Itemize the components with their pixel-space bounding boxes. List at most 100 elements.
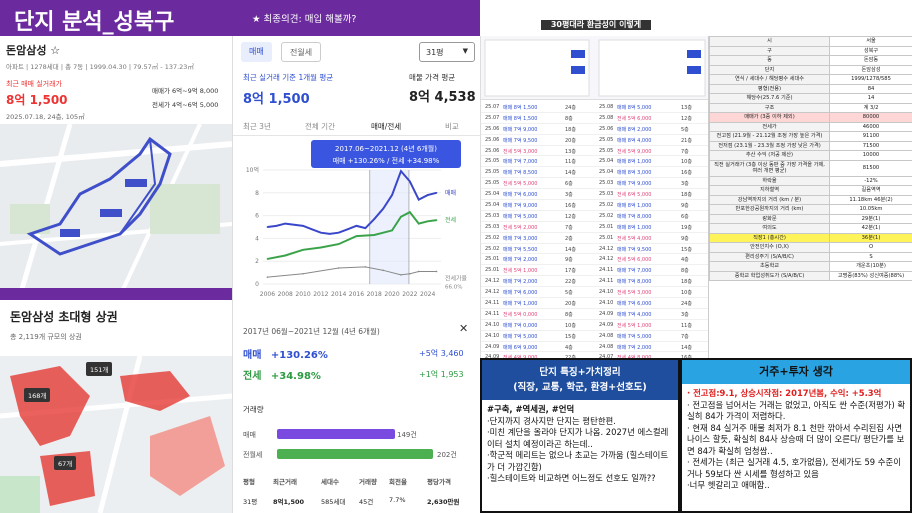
list-item-cell: 5층 — [681, 126, 689, 133]
list-item-cell: 매매 7억 8,000 — [617, 213, 652, 220]
list-item[interactable]: 25.05 전세 5억 5,000 6층 25.03 매매 7억 9,000 3층 — [481, 178, 708, 190]
list-item-cell: 매매 7억 6,000 — [503, 290, 538, 297]
list-item-cell: 25.05 — [485, 158, 500, 165]
list-item-cell: 24.08 — [599, 332, 614, 339]
features-box-title: 단지 특징+가치정리 (직장, 교통, 학군, 환경+선호도) — [482, 360, 678, 400]
list-item[interactable]: 24.11 매매 7억 1,000 20층 24.10 매매 7억 6,000 24층 — [481, 298, 708, 309]
list-item-cell: 14층 — [681, 344, 692, 351]
pyeong-select[interactable]: 31평 ▼ — [419, 42, 475, 62]
list-item[interactable]: 25.01 매매 7억 2,000 9층 24.12 전세 5억 6,000 4층 — [481, 254, 708, 266]
list-item-cell: 9층 — [565, 257, 573, 264]
series-line — [267, 266, 437, 278]
tab-period-active[interactable]: 매매/전세 — [371, 121, 401, 132]
commercial-tag[interactable]: 67개 — [54, 456, 77, 470]
list-item-cell: 25.02 — [599, 202, 614, 209]
list-item[interactable]: 25.07 매매 8억 1,500 24층 25.08 매매 8억 5,000 13층 — [481, 102, 708, 113]
list-item[interactable]: 24.10 매매 7억 5,000 15층 24.08 매매 7억 5,000 7층 — [481, 331, 708, 342]
list-item[interactable]: 24.09 매매 6억 9,000 4층 24.08 매매 7억 2,000 14층 — [481, 342, 708, 353]
complex-name[interactable]: 돈암삼성 ☆ — [6, 42, 226, 58]
table-row: 중학교 학업성취도가 (S/A/B/C) 고명중(83%) 성신여중(88%) — [709, 270, 912, 281]
list-item-cell: 9층 — [681, 235, 689, 242]
list-item[interactable]: 25.02 매매 7억 3,000 2층 25.01 전세 5억 4,000 9층 — [481, 233, 708, 244]
list-item-cell: 매매 7억 4,000 — [617, 311, 652, 318]
list-item-cell: 25.02 — [485, 245, 500, 252]
list-item[interactable]: 25.06 전세 5억 3,000 13층 25.05 전세 5억 9,000 7층 — [481, 146, 708, 157]
list-item[interactable]: 24.11 전세 5억 0,000 8층 24.09 매매 7억 4,000 3층 — [481, 309, 708, 320]
commercial-tag[interactable]: 151개 — [86, 362, 113, 376]
list-item-cell: 24.11 — [599, 278, 614, 285]
list-item[interactable]: 25.03 매매 7억 5,000 12층 25.02 매매 7억 8,000 6층 — [481, 211, 708, 222]
opinion-box: 거주+투자 생각 · 전고점:9.1, 상승시작점: 2017년봄, 수익: +… — [680, 358, 912, 513]
x-tick-label: 2016 — [349, 291, 364, 298]
summary-table-panel: 시 서울 구 성북구 동 돈암동 단지 돈암삼성 연식 / 세대수 / 해당평수 세대수 1999… — [708, 36, 912, 358]
list-item-cell: 12층 — [681, 115, 692, 122]
commercial-map[interactable]: 168개 151개 67개 — [0, 356, 232, 513]
list-item-cell: 매매 8억 4,000 — [617, 137, 652, 144]
y-tick-label: 8 — [255, 190, 259, 197]
list-item[interactable]: 24.12 매매 7억 2,000 22층 24.11 매매 7억 8,000 18층 — [481, 276, 708, 288]
table-key: 직전 실거래가 (3층 이상 동판 중 가장 가격을 가제, 여러 개면 평균) — [709, 159, 830, 177]
tab-sale[interactable]: 매매 — [241, 42, 272, 62]
list-item[interactable]: 25.05 매매 7억 7,000 11층 25.04 매매 8억 1,000 10층 — [481, 156, 708, 168]
list-item-cell: 전세 5억 0,000 — [503, 311, 538, 318]
list-item-cell: 3층 — [565, 192, 573, 199]
tx-volume-label: 거래량 — [243, 405, 264, 414]
list-item[interactable]: 25.06 매매 7억 9,000 18층 25.06 매매 8억 2,000 5층 — [481, 124, 708, 135]
list-item-cell: 24.12 — [599, 245, 614, 252]
list-item-cell: 매매 7억 5,500 — [503, 246, 538, 253]
data-point — [346, 228, 349, 231]
tab-period[interactable]: 최근 3년 — [243, 121, 271, 132]
list-item-cell: 7층 — [565, 224, 573, 231]
table-row: 구 성북구 — [709, 45, 912, 56]
list-item-cell: 24.11 — [485, 310, 500, 317]
list-item-cell: 전세 5억 6,000 — [617, 115, 652, 122]
close-icon[interactable]: ✕ — [459, 322, 468, 335]
list-item[interactable]: 25.05 매매 7억 8,500 14층 25.04 매매 8억 3,000 16층 — [481, 167, 708, 179]
list-item-cell: 24.10 — [485, 321, 500, 328]
list-item[interactable]: 25.01 전세 5억 1,000 17층 24.11 매매 7억 7,000 8층 — [481, 265, 708, 277]
list-item[interactable]: 25.02 매매 7억 5,500 14층 24.12 매매 7억 9,500 15층 — [481, 244, 708, 255]
list-item[interactable]: 24.10 매매 7억 0,000 10층 24.09 전세 5억 1,000 11층 — [481, 320, 708, 331]
y-tick-label: 0 — [255, 281, 259, 288]
list-item-cell: 매매 8억 1,000 — [617, 203, 652, 210]
list-item-cell: 매매 7억 5,000 — [503, 333, 538, 340]
list-item-cell: 매매 7억 9,000 — [503, 126, 538, 133]
data-point — [284, 254, 287, 257]
tab-period[interactable]: 비교 — [445, 121, 459, 132]
table-value: 1999/1278/585 — [829, 74, 912, 85]
list-item-cell: 매매 7억 3,000 — [503, 235, 538, 242]
list-item[interactable]: 25.07 매매 8억 1,500 8층 25.08 전세 5억 6,000 12층 — [481, 113, 708, 124]
list-item[interactable]: 25.06 매매 7억 9,500 20층 25.05 매매 8억 4,000 21층 — [481, 135, 708, 146]
list-item-cell: 15층 — [681, 246, 692, 253]
route-map[interactable] — [0, 124, 232, 296]
tab-jeonse[interactable]: 전월세 — [281, 42, 322, 62]
avg-price-label: 최근 실거래 기준 1개월 평균 — [243, 73, 334, 82]
price-chart[interactable]: 0 2 4 6 8 10억 2006 2008 2010 2012 2014 2016 2018 2020… — [233, 138, 481, 300]
list-item-cell: 25.05 — [485, 169, 500, 176]
table-value: 36분(1) — [829, 232, 912, 243]
table-cell: 585세대 — [321, 498, 346, 506]
table-row: 안전인지수 (O,X) O — [709, 242, 912, 253]
list-item-cell: 11층 — [681, 322, 692, 329]
table-key: 추산 수익 (저공 제산) — [709, 150, 830, 161]
data-point — [426, 194, 429, 196]
list-item[interactable]: 25.04 매매 7억 6,000 3층 25.03 전세 6억 5,000 18층 — [481, 189, 708, 201]
list-item[interactable]: 25.03 전세 5억 2,000 7층 25.01 매매 8억 1,000 19층 — [481, 222, 708, 233]
list-item[interactable]: 24.12 매매 7억 6,000 5층 24.10 전세 5억 3,000 10층 — [481, 287, 708, 299]
data-point — [409, 211, 411, 213]
list-item-cell: 4층 — [565, 344, 573, 351]
data-point — [284, 222, 287, 225]
table-cell: 2,630만원 — [427, 498, 460, 506]
tab-period[interactable]: 전체 기간 — [305, 121, 335, 132]
list-item[interactable]: 25.04 매매 7억 9,000 16층 25.02 매매 8억 1,000 9층 — [481, 200, 708, 211]
table-row: 직전 실거래가 (3층 이상 동판 중 가장 가격을 가제, 여러 개면 평균)… — [709, 159, 912, 177]
commercial-tag[interactable]: 168개 — [24, 388, 51, 402]
table-key: 반포한강공원까지의 거리 (km) — [709, 204, 830, 215]
list-item-cell: 매매 7억 7,000 — [503, 159, 538, 166]
list-item-cell: 5층 — [565, 290, 573, 297]
list-item-cell: 전세 5억 9,000 — [617, 148, 652, 155]
sale-label: 매매 — [243, 350, 262, 361]
commercial-heading: 돈암삼성 초대형 상권 — [10, 310, 118, 324]
data-point — [382, 269, 384, 272]
table-row: 여의도 42분(1) — [709, 223, 912, 234]
